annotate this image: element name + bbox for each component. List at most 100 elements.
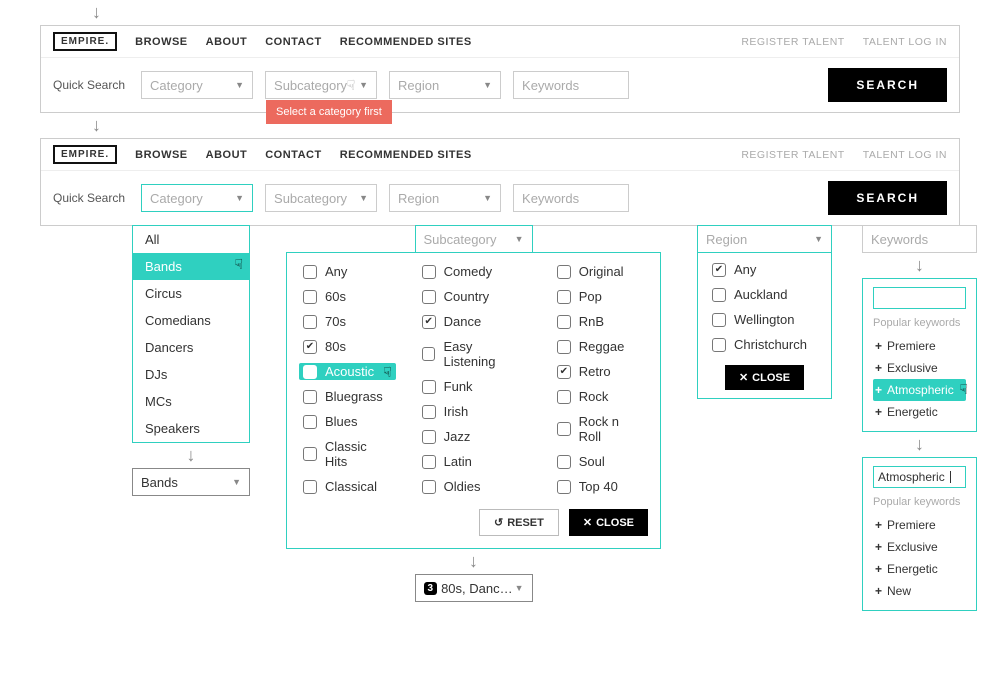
search-button[interactable]: SEARCH (828, 68, 947, 102)
category-result-dropdown[interactable]: Bands▼ (132, 468, 250, 496)
nav-recommended[interactable]: RECOMMENDED SITES (340, 36, 472, 48)
region-option[interactable]: Wellington (708, 311, 821, 328)
category-item[interactable]: Speakers (133, 415, 249, 442)
checkbox[interactable] (422, 265, 436, 279)
category-dropdown[interactable]: Category▼ (141, 71, 253, 99)
keywords-input[interactable]: Keywords (513, 71, 629, 99)
subcategory-option[interactable]: Easy Listening (418, 338, 531, 370)
subcategory-dropdown-open[interactable]: Subcategory▼ (415, 225, 533, 253)
register-talent-link[interactable]: REGISTER TALENT (741, 36, 844, 48)
region-dropdown[interactable]: Region▼ (389, 71, 501, 99)
checkbox[interactable] (303, 447, 317, 461)
checkbox[interactable] (557, 340, 571, 354)
region-option[interactable]: Auckland (708, 286, 821, 303)
checkbox[interactable] (712, 288, 726, 302)
subcategory-option[interactable]: Funk (418, 378, 531, 395)
popular-keyword-item[interactable]: +Premiere (873, 335, 966, 357)
subcategory-option[interactable]: Bluegrass (299, 388, 396, 405)
checkbox[interactable] (422, 455, 436, 469)
subcategory-option[interactable]: Jazz (418, 428, 531, 445)
checkbox[interactable] (303, 480, 317, 494)
checkbox[interactable] (303, 340, 317, 354)
nav-browse[interactable]: BROWSE (135, 149, 188, 161)
subcategory-option[interactable]: 60s (299, 288, 396, 305)
keywords-field[interactable] (873, 287, 966, 309)
popular-keyword-item[interactable]: +New (873, 580, 966, 602)
checkbox[interactable] (422, 430, 436, 444)
reset-button[interactable]: ↺RESET (479, 509, 559, 536)
checkbox[interactable] (422, 480, 436, 494)
subcategory-option[interactable]: Dance (418, 313, 531, 330)
checkbox[interactable] (557, 290, 571, 304)
subcategory-option[interactable]: 80s (299, 338, 396, 355)
popular-keyword-item[interactable]: +Atmospheric☟ (873, 379, 966, 401)
talent-login-link[interactable]: TALENT LOG IN (863, 36, 947, 48)
checkbox[interactable] (712, 263, 726, 277)
keywords-field-filled[interactable]: Atmospheric (873, 466, 966, 488)
popular-keyword-item[interactable]: +Exclusive (873, 536, 966, 558)
subcategory-option[interactable]: Rock (553, 388, 648, 405)
close-button[interactable]: ✕CLOSE (725, 365, 804, 390)
keywords-input[interactable]: Keywords (862, 225, 977, 253)
checkbox[interactable] (303, 365, 317, 379)
subcategory-option[interactable]: Soul (553, 453, 648, 470)
register-talent-link[interactable]: REGISTER TALENT (741, 149, 844, 161)
subcategory-option[interactable]: Comedy (418, 263, 531, 280)
nav-contact[interactable]: CONTACT (265, 36, 321, 48)
category-item[interactable]: Dancers (133, 334, 249, 361)
popular-keyword-item[interactable]: +Energetic (873, 558, 966, 580)
popular-keyword-item[interactable]: +Premiere (873, 514, 966, 536)
subcategory-option[interactable]: Latin (418, 453, 531, 470)
category-item[interactable]: Circus (133, 280, 249, 307)
subcategory-dropdown[interactable]: Subcategory▼ (265, 184, 377, 212)
checkbox[interactable] (557, 265, 571, 279)
category-dropdown-open[interactable]: Category▼ (141, 184, 253, 212)
checkbox[interactable] (303, 390, 317, 404)
checkbox[interactable] (712, 338, 726, 352)
popular-keyword-item[interactable]: +Energetic (873, 401, 966, 423)
checkbox[interactable] (303, 290, 317, 304)
nav-recommended[interactable]: RECOMMENDED SITES (340, 149, 472, 161)
subcategory-option[interactable]: 70s (299, 313, 396, 330)
category-item[interactable]: Comedians (133, 307, 249, 334)
checkbox[interactable] (557, 365, 571, 379)
subcategory-option[interactable]: Oldies (418, 478, 531, 495)
checkbox[interactable] (422, 380, 436, 394)
search-button[interactable]: SEARCH (828, 181, 947, 215)
subcategory-option[interactable]: Irish (418, 403, 531, 420)
checkbox[interactable] (422, 290, 436, 304)
checkbox[interactable] (303, 415, 317, 429)
checkbox[interactable] (557, 390, 571, 404)
checkbox[interactable] (422, 347, 436, 361)
checkbox[interactable] (303, 315, 317, 329)
checkbox[interactable] (422, 405, 436, 419)
nav-contact[interactable]: CONTACT (265, 149, 321, 161)
subcategory-option[interactable]: Reggae (553, 338, 648, 355)
subcategory-option[interactable]: Country (418, 288, 531, 305)
nav-browse[interactable]: BROWSE (135, 36, 188, 48)
checkbox[interactable] (712, 313, 726, 327)
checkbox[interactable] (303, 265, 317, 279)
subcategory-option[interactable]: Pop (553, 288, 648, 305)
checkbox[interactable] (422, 315, 436, 329)
region-dropdown[interactable]: Region▼ (389, 184, 501, 212)
subcategory-option[interactable]: Classical (299, 478, 396, 495)
close-button[interactable]: ✕CLOSE (569, 509, 648, 536)
category-item[interactable]: All (133, 226, 249, 253)
nav-about[interactable]: ABOUT (206, 36, 248, 48)
subcategory-option[interactable]: RnB (553, 313, 648, 330)
subcategory-option[interactable]: Top 40 (553, 478, 648, 495)
subcategory-result-dropdown[interactable]: 3 80s, Danc… ▼ (415, 574, 533, 602)
popular-keyword-item[interactable]: +Exclusive (873, 357, 966, 379)
subcategory-option[interactable]: Acoustic☟ (299, 363, 396, 380)
subcategory-option[interactable]: Rock n Roll (553, 413, 648, 445)
subcategory-option[interactable]: Any (299, 263, 396, 280)
category-item[interactable]: Bands☟ (133, 253, 249, 280)
keywords-input[interactable]: Keywords (513, 184, 629, 212)
checkbox[interactable] (557, 422, 571, 436)
talent-login-link[interactable]: TALENT LOG IN (863, 149, 947, 161)
category-item[interactable]: MCs (133, 388, 249, 415)
checkbox[interactable] (557, 480, 571, 494)
subcategory-option[interactable]: Original (553, 263, 648, 280)
checkbox[interactable] (557, 455, 571, 469)
